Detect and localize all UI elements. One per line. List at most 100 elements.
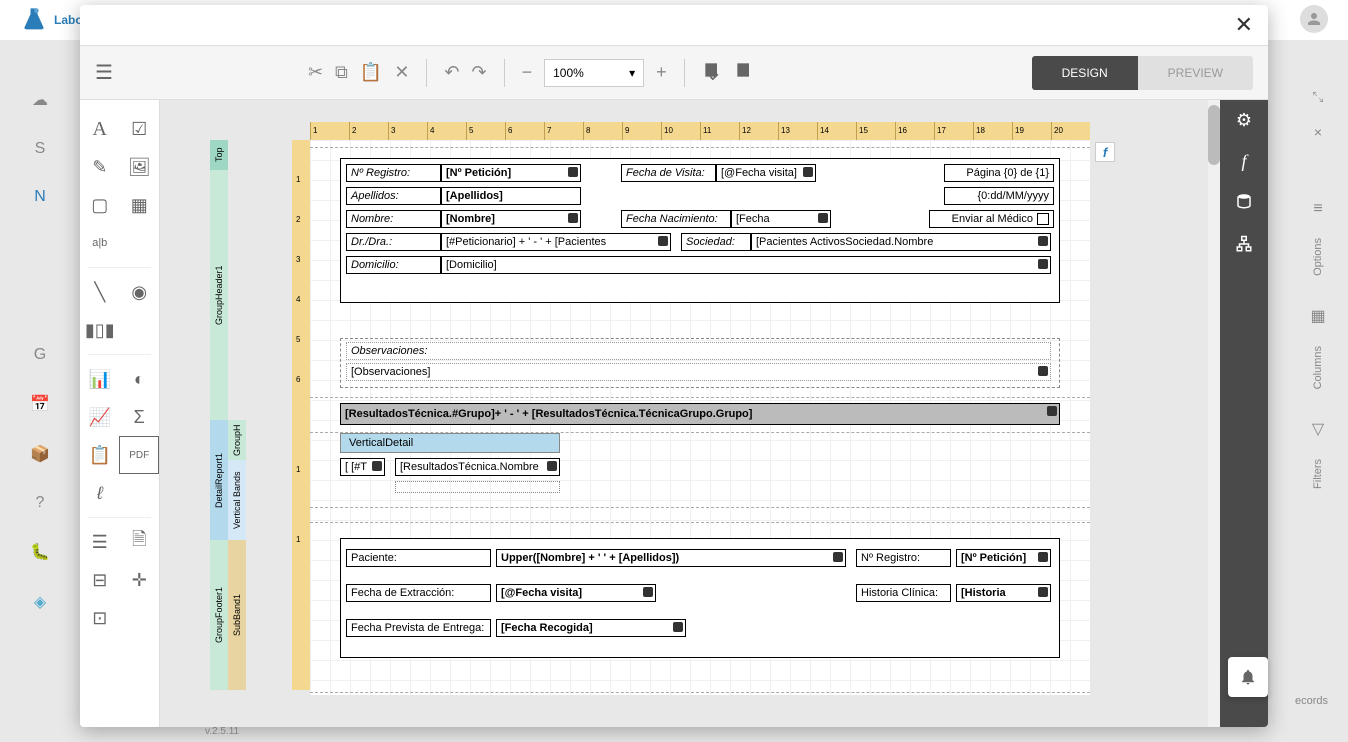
fecha-visita-value[interactable]: [@Fecha visita]	[716, 164, 816, 182]
columns-tab[interactable]: Columns	[1312, 346, 1324, 389]
extraccion-value[interactable]: [@Fecha visita]	[496, 584, 656, 602]
close-bg-icon[interactable]: ×	[1314, 124, 1322, 140]
registro-label[interactable]: Nº Registro:	[346, 164, 441, 182]
filters-tab[interactable]: Filters	[1312, 459, 1324, 489]
signature-tool[interactable]: ℓ	[80, 474, 120, 512]
dr-value[interactable]: [#Peticionario] + ' - ' + [Pacientes	[441, 233, 671, 251]
validate-icon[interactable]	[702, 60, 722, 85]
gauge-tool[interactable]: ◐	[120, 360, 160, 398]
pagebreak-tool[interactable]: ⊟	[80, 561, 120, 599]
subband1-band-label[interactable]: SubBand1	[228, 540, 246, 690]
groupheader2-band-label[interactable]: GroupH	[228, 420, 246, 460]
letter-s[interactable]: S	[35, 140, 46, 158]
cube-icon[interactable]: 📦	[30, 444, 50, 464]
apellidos-value[interactable]: [Apellidos]	[441, 187, 581, 205]
apellidos-label[interactable]: Apellidos:	[346, 187, 441, 205]
fx-button[interactable]: f	[1095, 142, 1115, 162]
detail-t[interactable]: [ [#T	[340, 458, 385, 476]
fecha-nac-label[interactable]: Fecha Nacimiento:	[621, 210, 731, 228]
line-tool[interactable]: ╲	[80, 273, 120, 311]
top-band-label[interactable]: Top	[210, 140, 228, 170]
calendar-icon[interactable]: 📅	[30, 394, 50, 414]
vertical-scrollbar[interactable]	[1208, 100, 1220, 727]
copy-icon[interactable]: ⧉	[335, 62, 348, 83]
notifications-button[interactable]	[1228, 657, 1268, 697]
image-tool[interactable]: 🖼	[120, 148, 160, 186]
zoom-select[interactable]: 100%▾	[544, 59, 644, 87]
design-surface[interactable]: Nº Registro: [Nº Petición] Fecha de Visi…	[310, 140, 1090, 695]
shape-tool[interactable]: ◉	[120, 273, 160, 311]
dr-label[interactable]: Dr./Dra.:	[346, 233, 441, 251]
observaciones-value[interactable]: [Observaciones]	[346, 363, 1051, 381]
function-icon[interactable]: f	[1241, 151, 1246, 172]
crossband-tool[interactable]: ✛	[120, 561, 160, 599]
expand-icon[interactable]	[1311, 90, 1325, 104]
design-tab[interactable]: DESIGN	[1032, 56, 1138, 90]
cut-icon[interactable]: ✂	[308, 62, 323, 83]
historia-label[interactable]: Historia Clínica:	[856, 584, 951, 602]
registro-value[interactable]: [Nº Petición]	[441, 164, 581, 182]
checkbox-tool[interactable]: ☑	[120, 110, 160, 148]
footer-registro-label[interactable]: Nº Registro:	[856, 549, 951, 567]
sum-tool[interactable]: Σ	[120, 398, 160, 436]
canvas-area[interactable]: Top GroupHeader1 DetailReport1 GroupFoot…	[160, 100, 1220, 727]
extraccion-label[interactable]: Fecha de Extracción:	[346, 584, 491, 602]
sociedad-label[interactable]: Sociedad:	[681, 233, 751, 251]
paciente-value[interactable]: Upper([Nombre] + ' ' + [Apellidos])	[496, 549, 846, 567]
observaciones-label[interactable]: Observaciones:	[346, 342, 1051, 360]
footer-registro-value[interactable]: [Nº Petición]	[956, 549, 1051, 567]
fecha-visita-label[interactable]: Fecha de Visita:	[621, 164, 716, 182]
enviar-medico[interactable]: Enviar al Médico	[929, 210, 1054, 228]
preview-tab[interactable]: PREVIEW	[1138, 56, 1253, 90]
grupo-field[interactable]: [ResultadosTécnica.#Grupo]+ ' - ' + [Res…	[340, 403, 1060, 425]
vertical-detail-header[interactable]: VerticalDetail	[340, 433, 560, 453]
help-icon[interactable]: ?	[36, 494, 45, 512]
pdf-tool[interactable]: PDF	[119, 436, 159, 474]
options-tab[interactable]: Options	[1312, 238, 1324, 276]
database-icon[interactable]	[1235, 192, 1253, 215]
chart-tool[interactable]: 📊	[80, 360, 120, 398]
text-tool[interactable]: A	[80, 110, 120, 148]
diamond-icon[interactable]: ◈	[34, 592, 46, 612]
subreport-tool[interactable]: ⊡	[80, 599, 120, 637]
character-comb-tool[interactable]: a|b	[80, 224, 120, 262]
clipboard-tool[interactable]: 📋	[80, 436, 119, 474]
undo-icon[interactable]: ↶	[444, 62, 459, 83]
toc-tool[interactable]: ☰	[80, 523, 120, 561]
bug-icon[interactable]: 🐛	[30, 542, 50, 562]
letter-g[interactable]: G	[34, 346, 46, 364]
pageinfo-tool[interactable]: 🗎	[120, 523, 160, 561]
detailreport-band-label[interactable]: DetailReport1	[210, 420, 228, 540]
richtext-tool[interactable]: ✎	[80, 148, 120, 186]
barcode-tool[interactable]: ▮▯▮	[80, 311, 120, 349]
fecha-nac-value[interactable]: [Fecha	[731, 210, 831, 228]
entrega-value[interactable]: [Fecha Recogida]	[496, 619, 686, 637]
gear-icon[interactable]: ⚙	[1236, 110, 1252, 131]
entrega-label[interactable]: Fecha Prevista de Entrega:	[346, 619, 491, 637]
letter-n[interactable]: N	[34, 188, 46, 206]
panel-tool[interactable]: ▢	[80, 186, 120, 224]
sociedad-value[interactable]: [Pacientes ActivosSociedad.Nombre	[751, 233, 1051, 251]
groupfooter1-band-label[interactable]: GroupFooter1	[210, 540, 228, 690]
tree-icon[interactable]	[1235, 235, 1253, 258]
script-icon[interactable]	[734, 60, 754, 85]
redo-icon[interactable]: ↷	[472, 62, 487, 83]
groupheader1-band-label[interactable]: GroupHeader1	[210, 170, 228, 420]
paciente-label[interactable]: Paciente:	[346, 549, 491, 567]
fecha-fmt[interactable]: {0:dd/MM/yyyy	[944, 187, 1054, 205]
nombre-label[interactable]: Nombre:	[346, 210, 441, 228]
delete-icon[interactable]: ✕	[394, 62, 409, 83]
table-tool[interactable]: ▦	[120, 186, 160, 224]
menu-icon[interactable]: ☰	[95, 60, 113, 85]
verticalbands-band-label[interactable]: Vertical Bands	[228, 460, 246, 540]
nombre-value[interactable]: [Nombre]	[441, 210, 581, 228]
historia-value[interactable]: [Historia	[956, 584, 1051, 602]
zoom-in-icon[interactable]: +	[656, 62, 667, 83]
sparkline-tool[interactable]: 📈	[80, 398, 120, 436]
paste-icon[interactable]: 📋	[360, 62, 382, 83]
user-avatar[interactable]	[1300, 5, 1328, 33]
close-button[interactable]: ✕	[1235, 12, 1253, 38]
pagina-field[interactable]: Página {0} de {1}	[944, 164, 1054, 182]
detail-nombre[interactable]: [ResultadosTécnica.Nombre	[395, 458, 560, 476]
domicilio-value[interactable]: [Domicilio]	[441, 256, 1051, 274]
